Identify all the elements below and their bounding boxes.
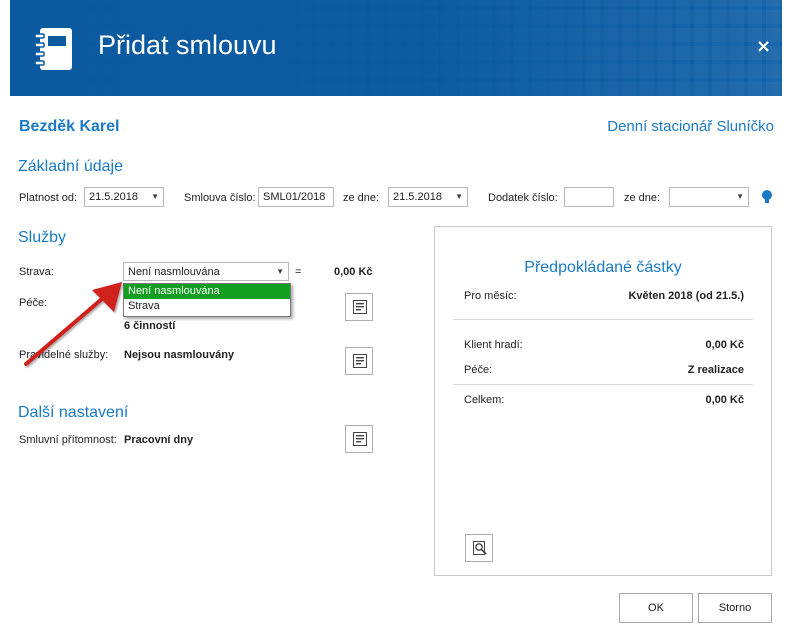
contract-no-label: Smlouva číslo: — [184, 192, 256, 204]
total-label: Celkem: — [464, 394, 505, 406]
dropdown-option-not-contracted[interactable]: Není nasmlouvána — [124, 284, 290, 299]
month-label: Pro měsíc: — [464, 290, 517, 302]
document-list-icon — [353, 300, 367, 314]
section-basic-title: Základní údaje — [18, 158, 123, 175]
regular-services-edit-button[interactable] — [345, 347, 373, 375]
divider — [453, 319, 753, 320]
addendum-date-field[interactable]: ▼ — [669, 187, 749, 207]
estimate-care-label: Péče: — [464, 364, 493, 376]
meal-selected-value: Není nasmlouvána — [128, 266, 220, 278]
dialog-title: Přidat smlouvu — [98, 30, 277, 60]
magnifier-preview-icon — [473, 541, 487, 555]
section-services-title: Služby — [18, 229, 67, 246]
close-button[interactable]: × — [756, 36, 771, 57]
estimate-care-value: Z realizace — [687, 364, 744, 376]
chevron-down-icon: ▼ — [151, 192, 159, 201]
addendum-no-label: Dodatek číslo: — [488, 192, 558, 204]
client-name: Bezděk Karel — [19, 118, 120, 135]
section-other-title: Další nastavení — [18, 404, 129, 421]
lightbulb-hint-icon[interactable] — [761, 189, 773, 205]
addendum-date-label: ze dne: — [624, 192, 661, 204]
meal-amount: 0,00 Kč — [334, 266, 373, 278]
divider — [453, 384, 753, 385]
contract-notebook-icon — [34, 28, 72, 70]
preview-button[interactable] — [465, 534, 493, 562]
care-edit-button[interactable] — [345, 293, 373, 321]
from-date-value: 21.5.2018 — [393, 191, 442, 203]
valid-from-label: Platnost od: — [19, 192, 78, 204]
dialog-header: Přidat smlouvu × — [10, 0, 782, 96]
ok-button[interactable]: OK — [619, 593, 693, 623]
from-date-label: ze dne: — [343, 192, 380, 204]
meal-equals-sign: = — [295, 266, 302, 278]
chevron-down-icon: ▼ — [276, 267, 284, 276]
client-pays-value: 0,00 Kč — [705, 339, 744, 351]
document-list-icon — [353, 354, 367, 368]
cancel-button[interactable]: Storno — [698, 593, 772, 623]
estimate-title: Předpokládané částky — [524, 259, 682, 276]
from-date-field[interactable]: 21.5.2018 ▼ — [388, 187, 468, 207]
presence-label: Smluvní přítomnost: — [19, 434, 117, 446]
dropdown-option-meal[interactable]: Strava — [124, 299, 290, 314]
presence-value: Pracovní dny — [124, 434, 194, 446]
valid-from-value: 21.5.2018 — [89, 191, 138, 203]
meal-label: Strava: — [19, 266, 54, 278]
document-list-icon — [353, 432, 367, 446]
annotation-arrow-icon — [24, 282, 122, 366]
care-value: 6 činností — [124, 320, 176, 332]
chevron-down-icon: ▼ — [455, 192, 463, 201]
facility-name: Denní stacionář Sluníčko — [607, 118, 774, 135]
presence-edit-button[interactable] — [345, 425, 373, 453]
regular-services-value: Nejsou nasmlouvány — [124, 349, 235, 361]
chevron-down-icon: ▼ — [736, 192, 744, 201]
month-value: Květen 2018 (od 21.5.) — [628, 290, 744, 302]
contract-no-input[interactable]: SML01/2018 — [258, 187, 334, 207]
valid-from-date-field[interactable]: 21.5.2018 ▼ — [84, 187, 164, 207]
meal-select[interactable]: Není nasmlouvána ▼ — [123, 262, 289, 281]
meal-dropdown-list: Není nasmlouvána Strava — [123, 283, 291, 317]
estimate-panel: Předpokládané částky Pro měsíc: Květen 2… — [434, 226, 772, 576]
addendum-no-input[interactable] — [564, 187, 614, 207]
client-pays-label: Klient hradí: — [464, 339, 523, 351]
total-value: 0,00 Kč — [705, 394, 744, 406]
